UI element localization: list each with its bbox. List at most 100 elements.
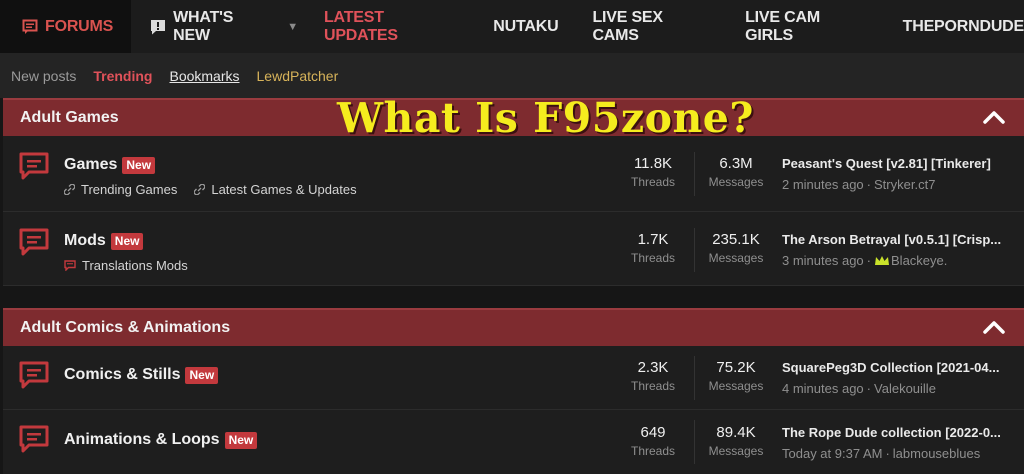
latest-meta: 3 minutes ago · Blackeye.: [782, 253, 1024, 268]
threads-count: 2.3K: [637, 359, 669, 376]
forum-name[interactable]: Games: [64, 156, 117, 174]
subforum-link-translations-mods[interactable]: Translations Mods: [64, 258, 188, 273]
subforum-label: Latest Games & Updates: [211, 182, 357, 197]
latest-post: The Rope Dude collection [2022-0... Toda…: [782, 425, 1024, 461]
forum-row-games[interactable]: Games New Trending Games Latest Games & …: [3, 136, 1024, 212]
nav-tab-latest-updates[interactable]: LATEST UPDATES: [324, 0, 459, 53]
forum-icon: [18, 151, 50, 186]
messages-stat: 75.2K Messages: [701, 359, 771, 393]
messages-count: 235.1K: [712, 231, 760, 248]
link-icon: [194, 184, 206, 195]
nav-label-nutaku: NUTAKU: [493, 17, 559, 35]
nav-tab-nutaku[interactable]: NUTAKU: [493, 0, 558, 53]
subforum-link-latest-games[interactable]: Latest Games & Updates: [194, 182, 357, 197]
nav-tab-live-sex-cams[interactable]: LIVE SEX CAMS: [592, 0, 711, 53]
nav-label-forums: FORUMS: [45, 17, 114, 35]
latest-thread-link[interactable]: Peasant's Quest [v2.81] [Tinkerer]: [782, 156, 1024, 171]
overlay-title: What Is F95zone?: [337, 94, 754, 142]
chevron-up-icon[interactable]: [982, 317, 1006, 342]
subforum-link-trending-games[interactable]: Trending Games: [64, 182, 177, 197]
latest-thread-link[interactable]: SquarePeg3D Collection [2021-04...: [782, 360, 1024, 375]
latest-meta: 2 minutes ago · Stryker.ct7: [782, 177, 1024, 192]
nav-label-live-cam-girls: LIVE CAM GIRLS: [745, 8, 820, 44]
meta-separator: ·: [866, 381, 872, 396]
latest-post: SquarePeg3D Collection [2021-04... 4 min…: [782, 360, 1024, 396]
category-title: Adult Games: [20, 109, 119, 126]
messages-label: Messages: [708, 444, 764, 458]
new-badge: New: [224, 431, 258, 449]
threads-stat: 649 Threads: [617, 424, 689, 458]
forum-title[interactable]: Mods New: [64, 232, 144, 250]
nav-label-theporndude: THEPORNDUDE: [902, 17, 1024, 35]
new-badge: New: [185, 366, 219, 384]
subforum-list: Trending Games Latest Games & Updates: [64, 182, 374, 197]
nav-tab-whats-new[interactable]: WHAT'S NEW ▼: [131, 0, 298, 53]
threads-stat: 11.8K Threads: [617, 155, 689, 189]
latest-user-link[interactable]: labmouseblues: [893, 446, 980, 461]
link-icon: [64, 184, 75, 195]
chevron-up-icon[interactable]: [982, 107, 1006, 132]
latest-meta: 4 minutes ago · Valekouille: [782, 381, 1024, 396]
messages-stat: 235.1K Messages: [701, 231, 771, 265]
forum-name[interactable]: Comics & Stills: [64, 366, 180, 384]
meta-separator: ·: [885, 446, 890, 461]
forum-name[interactable]: Animations & Loops: [64, 431, 220, 449]
subnav-new-posts[interactable]: New posts: [11, 68, 76, 84]
latest-meta: Today at 9:37 AM · labmouseblues: [782, 446, 1024, 461]
forum-title[interactable]: Games New: [64, 156, 156, 174]
subnav-lewdpatcher[interactable]: LewdPatcher: [257, 68, 339, 84]
subnav-bookmarks[interactable]: Bookmarks: [169, 68, 239, 84]
nav-label-live-sex-cams: LIVE SEX CAMS: [592, 8, 663, 44]
divider: [694, 228, 695, 272]
category-header-adult-comics[interactable]: Adult Comics & Animations: [3, 308, 1024, 346]
threads-stat: 2.3K Threads: [617, 359, 689, 393]
subforum-label: Trending Games: [81, 182, 178, 197]
crown-icon: [874, 255, 890, 267]
category-title: Adult Comics & Animations: [20, 319, 231, 336]
latest-time: 3 minutes ago: [782, 253, 864, 268]
latest-thread-link[interactable]: The Rope Dude collection [2022-0...: [782, 425, 1024, 440]
latest-time: Today at 9:37 AM: [782, 446, 883, 461]
forum-row-animations-loops[interactable]: Animations & Loops New 649 Threads 89.4K…: [3, 410, 1024, 474]
divider: [694, 356, 695, 400]
nav-label-latest-updates: LATEST UPDATES: [323, 8, 398, 44]
nav-tab-live-cam-girls[interactable]: LIVE CAM GIRLS: [745, 0, 870, 53]
latest-post: Peasant's Quest [v2.81] [Tinkerer] 2 min…: [782, 156, 1024, 192]
latest-user-link[interactable]: Blackeye.: [891, 253, 947, 268]
forum-row-comics-stills[interactable]: Comics & Stills New 2.3K Threads 75.2K M…: [3, 346, 1024, 410]
messages-count: 6.3M: [719, 155, 753, 172]
divider: [694, 420, 695, 464]
latest-user-link[interactable]: Valekouille: [874, 381, 936, 396]
nav-tab-forums[interactable]: FORUMS: [0, 0, 132, 53]
divider: [694, 152, 695, 196]
threads-count: 1.7K: [637, 231, 669, 248]
forum-title[interactable]: Animations & Loops New: [64, 431, 258, 449]
forum-name[interactable]: Mods: [64, 232, 106, 250]
threads-label: Threads: [630, 251, 676, 265]
category-gap: [0, 287, 1024, 308]
subnav-trending[interactable]: Trending: [93, 68, 152, 84]
meta-separator: ·: [866, 177, 872, 192]
threads-count: 649: [640, 424, 666, 441]
forum-icon: [22, 19, 38, 35]
threads-stat: 1.7K Threads: [617, 231, 689, 265]
messages-label: Messages: [708, 251, 764, 265]
forum-title[interactable]: Comics & Stills New: [64, 366, 219, 384]
sub-navigation: New posts Trending Bookmarks LewdPatcher: [0, 53, 1024, 98]
latest-user-link[interactable]: Stryker.ct7: [874, 177, 935, 192]
latest-thread-link[interactable]: The Arson Betrayal [v0.5.1] [Crisp...: [782, 232, 1024, 247]
forum-row-mods[interactable]: Mods New Translations Mods 1.7K Threads …: [3, 212, 1024, 286]
latest-time: 4 minutes ago: [782, 381, 864, 396]
new-badge: New: [110, 232, 144, 250]
forum-icon: [18, 360, 50, 395]
meta-separator: ·: [866, 253, 872, 268]
nav-label-whats-new: WHAT'S NEW: [173, 8, 234, 44]
threads-label: Threads: [630, 444, 676, 458]
threads-label: Threads: [630, 379, 676, 393]
new-badge: New: [122, 156, 156, 174]
chevron-down-icon[interactable]: ▼: [287, 21, 298, 33]
latest-time: 2 minutes ago: [782, 177, 864, 192]
top-navigation: FORUMS WHAT'S NEW ▼ LATEST UPDATES NUTAK…: [0, 0, 1024, 53]
nav-tab-theporndude[interactable]: THEPORNDUDE: [903, 0, 1024, 53]
subforum-list: Translations Mods: [64, 258, 205, 273]
